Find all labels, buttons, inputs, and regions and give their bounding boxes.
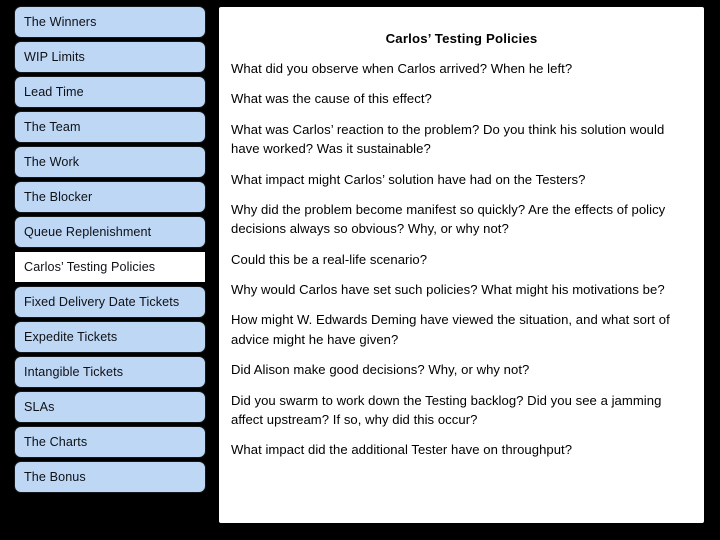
sidebar-item-the-bonus[interactable]: The Bonus [14, 461, 206, 493]
sidebar-item-label: SLAs [24, 399, 55, 414]
question-item: Did Alison make good decisions? Why, or … [231, 362, 530, 378]
sidebar-item-label: Queue Replenishment [24, 224, 152, 239]
slide-canvas: The Winners WIP Limits Lead Time The Team Th… [0, 0, 720, 540]
sidebar-item-label: The Blocker [24, 189, 93, 204]
sidebar-item-label: The Winners [24, 14, 97, 29]
sidebar-item-queue-replenishment[interactable]: Queue Replenishment [14, 216, 206, 248]
question-item: Could this be a real-life scenario? [231, 251, 428, 267]
question-item: What impact did the additional Tester ha… [231, 442, 573, 458]
sidebar-item-lead-time[interactable]: Lead Time [14, 76, 206, 108]
question-item: Why would Carlos have set such policies?… [231, 282, 665, 297]
sidebar-item-label: Expedite Tickets [24, 329, 118, 344]
question-item: Why did the problem become manifest so q… [231, 201, 666, 237]
sidebar-item-the-winners[interactable]: The Winners [14, 6, 206, 38]
content-panel: Carlos’ Testing Policies What did you ob… [218, 6, 705, 524]
sidebar-item-expedite-tickets[interactable]: Expedite Tickets [14, 321, 206, 353]
question-item: What impact might Carlos’ solution have … [231, 171, 586, 187]
sidebar-item-fixed-delivery-date-tickets[interactable]: Fixed Delivery Date Tickets [14, 286, 206, 318]
sidebar-item-label: Carlos’ Testing Policies [24, 259, 156, 274]
sidebar-item-the-team[interactable]: The Team [14, 111, 206, 143]
sidebar-item-label: The Team [24, 119, 81, 134]
question-item: What did you observe when Carlos arrived… [231, 61, 573, 76]
sidebar-item-carlos-testing-policies[interactable]: Carlos’ Testing Policies [14, 251, 206, 283]
sidebar-item-the-blocker[interactable]: The Blocker [14, 181, 206, 213]
sidebar-item-label: Fixed Delivery Date Tickets [24, 294, 180, 309]
question-item: How might W. Edwards Deming have viewed … [231, 312, 670, 347]
sidebar-item-the-charts[interactable]: The Charts [14, 426, 206, 458]
question-list: What did you observe when Carlos arrived… [219, 46, 704, 460]
question-item: What was the cause of this effect? [231, 91, 432, 107]
sidebar-item-label: Intangible Tickets [24, 364, 124, 379]
sidebar-item-the-work[interactable]: The Work [14, 146, 206, 178]
sidebar-item-label: The Work [24, 154, 80, 169]
sidebar-item-label: The Bonus [24, 469, 86, 484]
page-title: Carlos’ Testing Policies [385, 31, 538, 46]
question-item: Did you swarm to work down the Testing b… [231, 392, 662, 427]
sidebar-item-wip-limits[interactable]: WIP Limits [14, 41, 206, 73]
sidebar-item-label: The Charts [24, 434, 88, 449]
sidebar-item-slas[interactable]: SLAs [14, 391, 206, 423]
sidebar-item-label: Lead Time [24, 84, 84, 99]
sidebar-navigation: The Winners WIP Limits Lead Time The Team Th… [14, 6, 206, 496]
sidebar-item-intangible-tickets[interactable]: Intangible Tickets [14, 356, 206, 388]
sidebar-item-label: WIP Limits [24, 49, 85, 64]
question-item: What was Carlos’ reaction to the problem… [231, 121, 665, 157]
